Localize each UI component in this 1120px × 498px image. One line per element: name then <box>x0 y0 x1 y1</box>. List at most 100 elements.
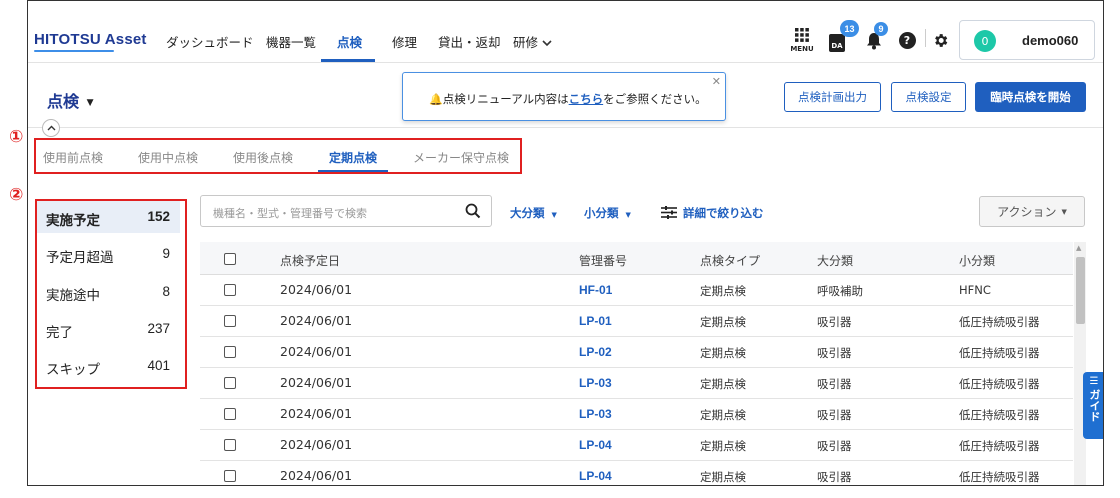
detail-filter-label: 詳細で絞り込む <box>683 206 764 220</box>
status-count: 401 <box>147 358 170 373</box>
action-label: アクション <box>997 205 1057 219</box>
notice-text-post: をご参照ください。 <box>603 92 707 106</box>
col-scheduled-date[interactable]: 点検予定日 <box>280 252 340 269</box>
nav-device-list[interactable]: 機器一覧 <box>266 32 316 51</box>
select-all-checkbox[interactable] <box>224 253 236 265</box>
chevron-down-icon <box>542 35 552 50</box>
cell-minor-category: HFNC <box>959 283 991 297</box>
page-title[interactable]: 点検 ▼ <box>47 88 94 112</box>
search-icon <box>465 203 481 219</box>
cell-management-number[interactable]: LP-04 <box>579 469 612 483</box>
nav-lending[interactable]: 貸出・返却 <box>438 32 501 51</box>
action-dropdown[interactable]: アクション ▼ <box>979 196 1085 227</box>
cell-minor-category: 低圧持続吸引器 <box>959 408 1040 422</box>
start-adhoc-inspection-button[interactable]: 臨時点検を開始 <box>975 82 1086 112</box>
cell-scheduled-date: 2024/06/01 <box>280 313 353 328</box>
cell-management-number[interactable]: LP-04 <box>579 438 612 452</box>
row-checkbox[interactable] <box>224 377 236 389</box>
collapse-button[interactable] <box>42 119 60 137</box>
table-row[interactable]: 2024/06/01 LP-04 定期点検 吸引器 低圧持続吸引器 <box>200 461 1073 485</box>
nav-inspection[interactable]: 点検 <box>337 32 362 51</box>
user-name: demo060 <box>1022 33 1079 48</box>
cell-scheduled-date: 2024/06/01 <box>280 406 353 421</box>
tab-periodic[interactable]: 定期点検 <box>329 149 377 166</box>
status-overdue[interactable]: 予定月超過 9 <box>37 238 180 270</box>
nav-training[interactable]: 研修 <box>513 32 552 51</box>
col-management-number[interactable]: 管理番号 <box>579 252 627 269</box>
scrollbar-thumb[interactable] <box>1076 257 1085 324</box>
minor-category-label: 小分類 <box>584 206 619 220</box>
table-row[interactable]: 2024/06/01 LP-02 定期点検 吸引器 低圧持続吸引器 <box>200 337 1073 368</box>
row-checkbox[interactable] <box>224 284 236 296</box>
nav-repair[interactable]: 修理 <box>392 32 417 51</box>
tab-pre-use[interactable]: 使用前点検 <box>43 149 103 166</box>
cell-management-number[interactable]: HF-01 <box>579 283 612 297</box>
cell-management-number[interactable]: LP-01 <box>579 314 612 328</box>
col-inspection-type[interactable]: 点検タイプ <box>700 252 760 269</box>
cell-management-number[interactable]: LP-03 <box>579 407 612 421</box>
sliders-icon <box>661 206 677 219</box>
app-window: HITOTSU Asset ダッシュボード 機器一覧 点検 修理 貸出・返却 研… <box>27 0 1104 486</box>
close-icon[interactable]: ✕ <box>712 75 721 88</box>
table-header: 点検予定日 管理番号 点検タイプ 大分類 小分類 <box>200 242 1073 275</box>
col-major-category[interactable]: 大分類 <box>817 252 853 269</box>
annotation-marker-2: ② <box>9 185 24 205</box>
status-in-progress[interactable]: 実施途中 8 <box>37 276 180 308</box>
scroll-up-arrow[interactable]: ▲ <box>1076 244 1081 252</box>
tab-active-underline <box>318 170 388 172</box>
tab-maker-maintenance[interactable]: メーカー保守点検 <box>413 149 509 166</box>
status-label: 予定月超過 <box>46 250 114 266</box>
cell-major-category: 呼吸補助 <box>817 284 863 298</box>
tab-post-use[interactable]: 使用後点検 <box>233 149 293 166</box>
help-icon: ? <box>898 31 916 49</box>
cell-scheduled-date: 2024/06/01 <box>280 437 353 452</box>
cell-scheduled-date: 2024/06/01 <box>280 344 353 359</box>
cell-management-number[interactable]: LP-03 <box>579 376 612 390</box>
cell-major-category: 吸引器 <box>817 315 852 329</box>
cell-major-category: 吸引器 <box>817 408 852 422</box>
cell-major-category: 吸引器 <box>817 439 852 453</box>
table-row[interactable]: 2024/06/01 LP-03 定期点検 吸引器 低圧持続吸引器 <box>200 368 1073 399</box>
table-row[interactable]: 2024/06/01 HF-01 定期点検 呼吸補助 HFNC <box>200 275 1073 306</box>
cell-scheduled-date: 2024/06/01 <box>280 375 353 390</box>
row-checkbox[interactable] <box>224 408 236 420</box>
cell-inspection-type: 定期点検 <box>700 408 746 422</box>
tab-in-use[interactable]: 使用中点検 <box>138 149 198 166</box>
search-placeholder: 機種名・型式・管理番号で検索 <box>213 207 367 220</box>
notice-text-pre: 点検リニューアル内容は <box>442 92 569 106</box>
notice-link[interactable]: こちら <box>569 92 604 106</box>
row-checkbox[interactable] <box>224 346 236 358</box>
guide-tab[interactable]: ☰ ガイド <box>1083 372 1103 439</box>
menu-label: MENU <box>790 45 814 53</box>
row-checkbox[interactable] <box>224 470 236 482</box>
status-scheduled[interactable]: 実施予定 152 <box>37 201 180 233</box>
help-button[interactable]: ? <box>895 28 919 52</box>
minor-category-filter[interactable]: 小分類 ▼ <box>584 205 631 221</box>
table-row[interactable]: 2024/06/01 LP-03 定期点検 吸引器 低圧持続吸引器 <box>200 399 1073 430</box>
detail-filter-button[interactable]: 詳細で絞り込む <box>661 205 764 221</box>
cell-minor-category: 低圧持続吸引器 <box>959 439 1040 453</box>
status-skipped[interactable]: スキップ 401 <box>37 350 180 382</box>
inspection-settings-button[interactable]: 点検設定 <box>891 82 966 112</box>
menu-button[interactable] <box>790 23 814 47</box>
status-completed[interactable]: 完了 237 <box>37 313 180 345</box>
user-menu[interactable]: 0 demo060 <box>959 20 1095 60</box>
app-logo[interactable]: HITOTSU Asset <box>34 31 147 48</box>
row-checkbox[interactable] <box>224 439 236 451</box>
nav-dashboard[interactable]: ダッシュボード <box>166 32 254 51</box>
table-row[interactable]: 2024/06/01 LP-01 定期点検 吸引器 低圧持続吸引器 <box>200 306 1073 337</box>
row-checkbox[interactable] <box>224 315 236 327</box>
cell-major-category: 吸引器 <box>817 346 852 360</box>
settings-button[interactable] <box>928 28 952 52</box>
major-category-filter[interactable]: 大分類 ▼ <box>510 205 557 221</box>
cell-management-number[interactable]: LP-02 <box>579 345 612 359</box>
export-plan-button[interactable]: 点検計画出力 <box>784 82 881 112</box>
caret-down-icon: ▼ <box>625 211 631 219</box>
gear-icon <box>934 33 947 47</box>
page-title-label: 点検 <box>47 92 80 111</box>
status-label: 実施予定 <box>46 213 100 229</box>
avatar: 0 <box>974 30 996 52</box>
col-minor-category[interactable]: 小分類 <box>959 252 995 269</box>
search-input[interactable]: 機種名・型式・管理番号で検索 <box>200 195 492 227</box>
table-row[interactable]: 2024/06/01 LP-04 定期点検 吸引器 低圧持続吸引器 <box>200 430 1073 461</box>
